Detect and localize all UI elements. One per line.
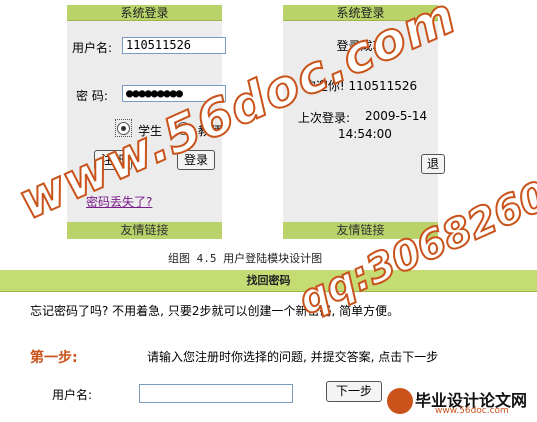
logo-mark-icon (387, 388, 413, 414)
password-field[interactable]: ●●●●●●●●● (122, 85, 226, 102)
friend-links-footer[interactable]: 友情链接 (67, 222, 222, 239)
last-login-date: 2009-5-14 (365, 109, 428, 123)
register-button[interactable]: 注册 (94, 150, 132, 170)
login-panel-title: 系统登录 (67, 5, 222, 21)
password-label: 密 码: (76, 89, 108, 103)
welcome-text: 欢迎你! 110511526 (303, 79, 418, 93)
recover-password-header: 找回密码 (0, 270, 537, 292)
username-field[interactable]: 110511526 (122, 37, 226, 54)
radio-student[interactable] (117, 122, 130, 135)
logo-url: www.56doc.com (435, 406, 509, 416)
radio-teacher[interactable] (177, 122, 190, 135)
radio-student-label: 学生 (138, 124, 163, 138)
figure-caption: 组图 4.5 用户登陆模块设计图 (168, 252, 323, 265)
next-step-button[interactable]: 下一步 (326, 381, 382, 402)
login-button[interactable]: 登录 (177, 150, 215, 170)
forgot-password-link[interactable]: 密码丢失了? (86, 193, 152, 210)
friend-links-footer-right[interactable]: 友情链接 (283, 222, 438, 239)
recover-username-label: 用户名: (52, 388, 93, 402)
recover-username-input[interactable] (139, 384, 293, 403)
login-status: 登录成功 (336, 39, 385, 53)
login-success-panel: 系统登录 登录成功 欢迎你! 110511526 上次登录: 2009-5-14… (283, 5, 445, 239)
site-logo: 毕业设计论文网 www.56doc.com (387, 386, 533, 418)
last-login-time: 14:54:00 (338, 127, 392, 141)
step-one-label: 第一步: (30, 350, 78, 366)
last-login-label: 上次登录: (298, 111, 351, 125)
success-panel-title: 系统登录 (283, 5, 438, 21)
username-label: 用户名: (72, 41, 113, 55)
radio-teacher-label: 教师 (198, 124, 223, 138)
logout-button[interactable]: 退 (421, 154, 445, 174)
recover-intro-text: 忘记密码了吗? 不用着急, 只要2步就可以创建一个新密码, 简单方便。 (30, 304, 400, 318)
login-panel: 系统登录 用户名: 110511526 密 码: ●●●●●●●●● 学生 教师… (67, 5, 226, 239)
step-one-instructions: 请输入您注册时你选择的问题, 并提交答案, 点击下一步 (147, 350, 439, 364)
